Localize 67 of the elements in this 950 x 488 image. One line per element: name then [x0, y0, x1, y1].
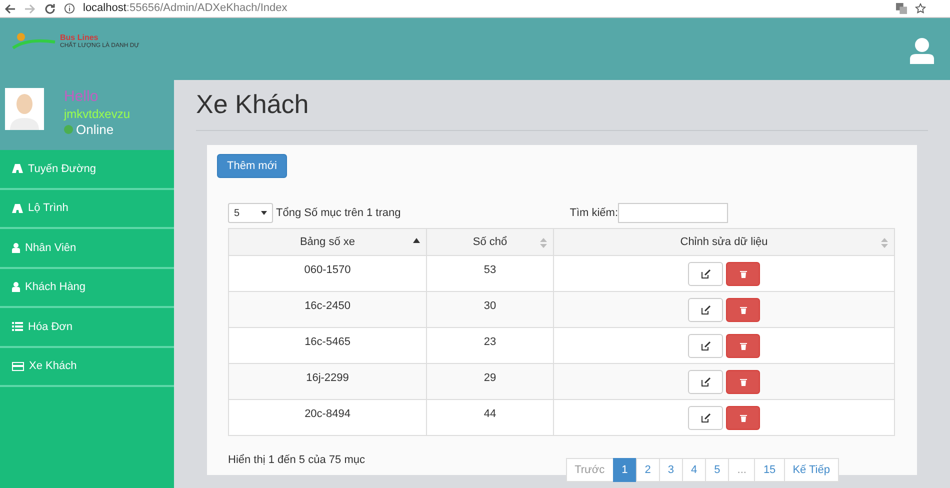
user-icon[interactable] — [910, 38, 934, 64]
caret-icon — [261, 211, 267, 216]
info-icon[interactable] — [64, 3, 75, 14]
trash-icon — [740, 306, 746, 314]
page-title: Xe Khách — [196, 88, 310, 120]
edit-button[interactable] — [688, 298, 723, 322]
trash-icon — [740, 414, 746, 422]
edit-button[interactable] — [688, 406, 723, 430]
sidebar-item[interactable]: Hóa Đơn — [0, 308, 174, 348]
sidebar-item[interactable]: Khách Hàng — [0, 268, 174, 308]
delete-button[interactable] — [726, 370, 760, 394]
column-header[interactable]: Chỉnh sửa dữ liệu — [554, 228, 894, 256]
edit-icon — [700, 268, 710, 279]
delete-button[interactable] — [726, 298, 760, 322]
edit-icon — [700, 412, 710, 423]
greeting-text: Hello — [64, 88, 100, 107]
user-icon — [12, 242, 20, 253]
road-icon — [12, 204, 23, 213]
sidebar-item[interactable]: Tuyến Đường — [0, 150, 174, 190]
status-text: Online — [76, 122, 114, 138]
search-field[interactable] — [618, 203, 728, 224]
page-link[interactable]: 4 — [682, 458, 706, 482]
page-link[interactable]: 15 — [754, 458, 785, 482]
trash-icon — [740, 378, 746, 386]
delete-button[interactable] — [726, 334, 760, 358]
logo-name: Bus Lines — [60, 34, 100, 42]
page-size-select[interactable]: 5 — [228, 203, 273, 224]
sort-ascending-icon — [413, 238, 420, 244]
trash-icon — [740, 342, 746, 350]
translate-icon[interactable] — [896, 3, 907, 14]
sidebar-item[interactable]: Nhân Viên — [0, 229, 174, 268]
page-link[interactable]: Kế Tiếp — [784, 458, 839, 482]
edit-icon — [700, 340, 710, 351]
page-link[interactable]: 2 — [636, 458, 660, 482]
edit-icon — [700, 376, 710, 387]
edit-button[interactable] — [688, 262, 723, 286]
page-link[interactable]: 1 — [612, 458, 637, 482]
sidebar-item[interactable]: Xe Khách — [0, 348, 174, 387]
column-header[interactable]: Bảng số xe — [228, 228, 426, 256]
page-link[interactable]: 3 — [658, 458, 684, 482]
add-button[interactable]: Thêm mới — [217, 154, 287, 178]
avatar-icon — [5, 88, 44, 130]
page-size-label: Tổng Số mục trên 1 trang — [276, 206, 401, 221]
username-text: jmkvtdxevzu — [64, 106, 130, 122]
sidebar-item[interactable]: Lộ Trình — [0, 190, 174, 229]
search-label: Tìm kiếm: — [570, 206, 618, 221]
edit-button[interactable] — [688, 334, 723, 358]
table-cell: 44 — [426, 400, 554, 436]
table-info: Hiển thị 1 đến 5 của 75 mục — [228, 453, 365, 468]
sort-icon — [881, 238, 888, 248]
column-header[interactable]: Số chổ — [426, 228, 554, 256]
card-icon — [12, 362, 24, 371]
reload-icon[interactable] — [44, 2, 56, 14]
user-icon — [12, 282, 20, 292]
delete-button[interactable] — [726, 262, 760, 286]
road-icon — [12, 164, 23, 174]
logo-icon — [12, 32, 56, 50]
trash-icon — [740, 270, 746, 278]
star-icon[interactable] — [915, 3, 926, 14]
table-cell: 20c-8494 — [228, 400, 426, 436]
edit-icon — [700, 304, 710, 315]
delete-button[interactable] — [726, 406, 760, 430]
back-icon[interactable] — [4, 2, 16, 14]
page-link[interactable]: 5 — [705, 458, 730, 482]
sort-icon — [540, 238, 547, 248]
list-icon — [12, 322, 23, 332]
edit-button[interactable] — [688, 370, 723, 394]
